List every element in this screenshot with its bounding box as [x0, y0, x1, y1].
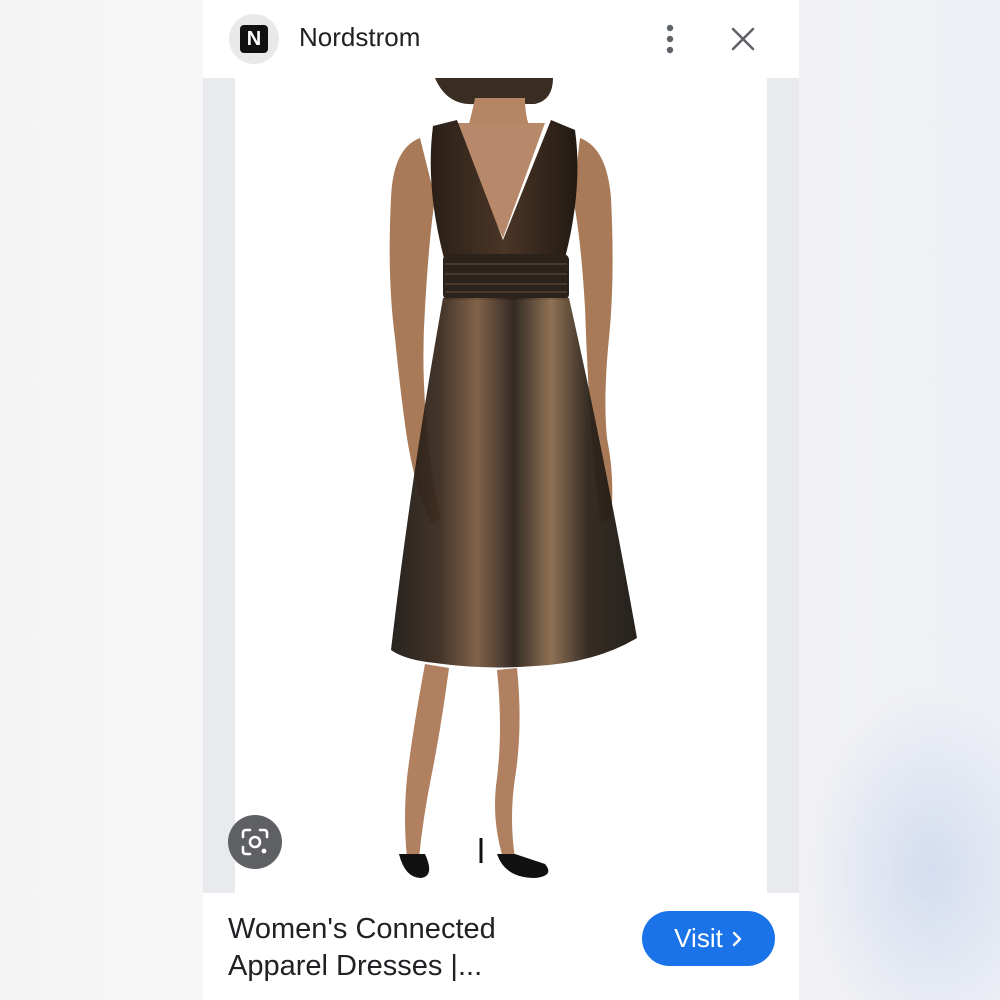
dress-model-photo — [389, 78, 637, 878]
chevron-right-icon — [732, 931, 742, 946]
site-logo: N — [229, 14, 279, 64]
visit-button[interactable]: Visit — [642, 911, 775, 966]
google-lens-icon — [241, 828, 269, 856]
site-name[interactable]: Nordstrom — [299, 22, 420, 53]
preview-footer: Women's Connected Apparel Dresses |... V… — [203, 893, 799, 1000]
product-image[interactable] — [235, 78, 767, 893]
result-title[interactable]: Women's Connected Apparel Dresses |... — [228, 911, 598, 985]
result-title-line1: Women's Connected — [228, 913, 496, 945]
preview-header: N Nordstrom — [203, 0, 799, 78]
result-title-line2: Apparel Dresses |... — [228, 950, 483, 982]
more-options-button[interactable] — [658, 22, 682, 56]
close-button[interactable] — [730, 26, 756, 52]
site-logo-letter: N — [240, 25, 268, 53]
close-icon — [731, 27, 755, 51]
google-lens-button[interactable] — [228, 815, 282, 869]
more-vertical-icon — [666, 24, 674, 54]
visit-button-label: Visit — [674, 923, 723, 953]
image-frame — [203, 78, 799, 893]
image-preview-card: N Nordstrom Women's Connected Apparel Dr… — [203, 0, 799, 1000]
